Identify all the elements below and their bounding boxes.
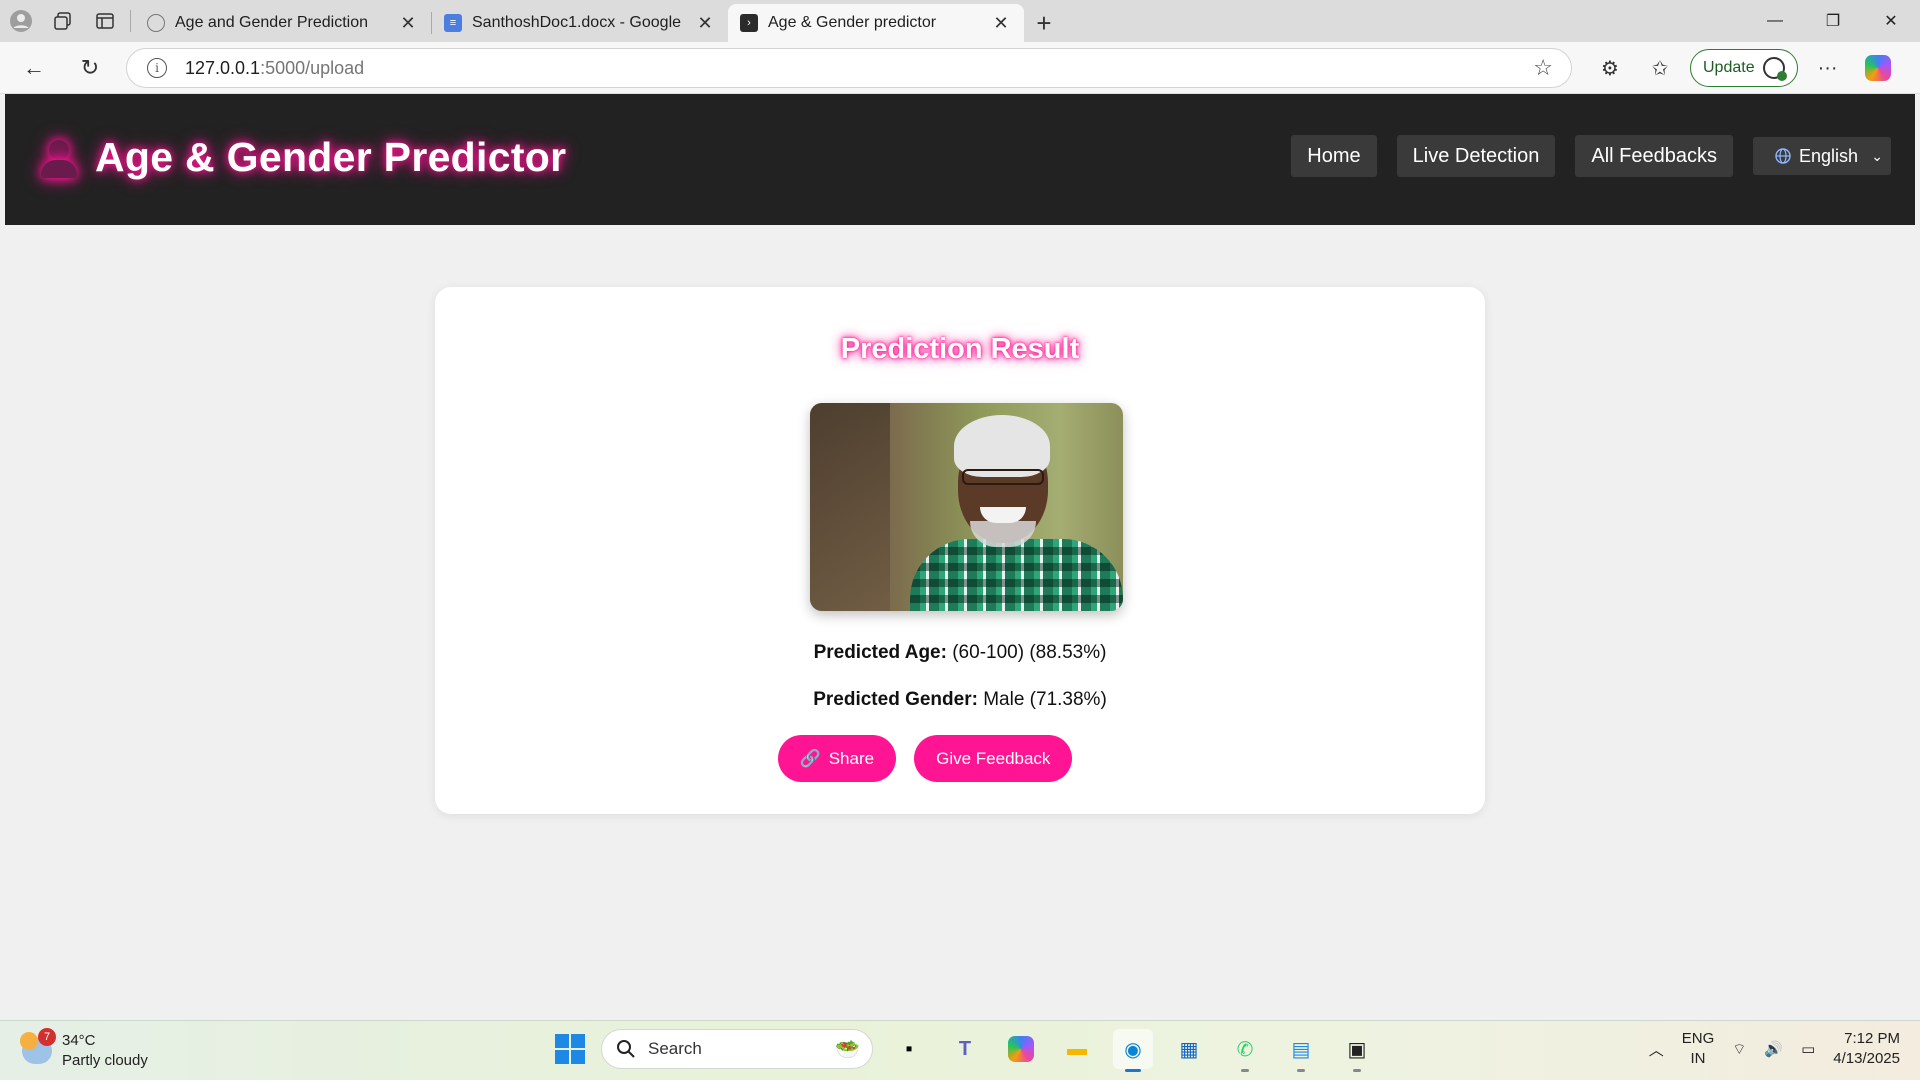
- tab-age-gender-prediction[interactable]: Age and Gender Prediction ✕: [135, 4, 431, 42]
- copilot-app-icon[interactable]: [1001, 1029, 1041, 1069]
- battery-icon[interactable]: ▭: [1801, 1040, 1815, 1058]
- user-silhouette-icon: [37, 136, 81, 180]
- teams-icon[interactable]: T: [945, 1029, 985, 1069]
- taskbar-search[interactable]: Search 🥗: [601, 1029, 873, 1069]
- whatsapp-icon[interactable]: ✆: [1225, 1029, 1265, 1072]
- site-nav: Home Live Detection All Feedbacks Englis…: [1291, 135, 1891, 177]
- chevron-up-icon[interactable]: ︿: [1649, 1039, 1664, 1060]
- web-page: Age & Gender Predictor Home Live Detecti…: [5, 94, 1915, 1018]
- system-tray: ︿ ENG IN ⌔ 🔊 ▭ 7:12 PM 4/13/2025: [1649, 1029, 1900, 1069]
- feedback-label: Give Feedback: [936, 748, 1051, 768]
- result-title: Prediction Result: [840, 333, 1080, 365]
- profile-icon[interactable]: [0, 0, 42, 42]
- predicted-gender-label: Predicted Gender:: [813, 689, 978, 710]
- weather-temperature: 34°C: [62, 1032, 96, 1049]
- update-heart-icon: [1762, 57, 1787, 81]
- copilot-icon[interactable]: [1858, 48, 1898, 88]
- restore-icon[interactable]: ❐: [1804, 0, 1862, 42]
- google-docs-icon: ≡: [444, 14, 462, 32]
- action-buttons: 🔗 Share Give Feedback: [435, 735, 1485, 782]
- task-view-icon[interactable]: ▪: [889, 1029, 929, 1069]
- weather-widget[interactable]: 7 34°C Partly cloudy: [20, 1028, 148, 1071]
- minimize-icon[interactable]: —: [1746, 0, 1804, 42]
- reload-icon[interactable]: ↻: [68, 46, 112, 90]
- nav-all-feedbacks[interactable]: All Feedbacks: [1575, 135, 1733, 177]
- new-tab-button[interactable]: +: [1024, 4, 1064, 42]
- language-value: English: [1799, 145, 1859, 166]
- predicted-gender: Predicted Gender: Male (71.38%): [435, 689, 1485, 711]
- brand[interactable]: Age & Gender Predictor: [37, 134, 566, 181]
- tab-google-doc[interactable]: ≡ SanthoshDoc1.docx - Google Doc ✕: [432, 4, 728, 42]
- windows-taskbar: 7 34°C Partly cloudy Search 🥗 ▪ T ▬ ◉ ▦ …: [0, 1020, 1920, 1080]
- partly-cloudy-icon: 7: [20, 1028, 56, 1064]
- update-label: Update: [1703, 59, 1755, 76]
- favorite-star-icon[interactable]: ☆: [1533, 55, 1553, 81]
- input-language-line1: ENG: [1681, 1030, 1715, 1047]
- globe-icon: [1775, 148, 1791, 164]
- language-select[interactable]: English ⌄: [1753, 137, 1891, 175]
- clock[interactable]: 7:12 PM 4/13/2025: [1833, 1029, 1900, 1069]
- tab-title: SanthoshDoc1.docx - Google Doc: [472, 14, 684, 31]
- url-text[interactable]: 127.0.0.1:5000/upload: [185, 58, 364, 79]
- back-arrow-icon[interactable]: ←: [12, 46, 56, 90]
- volume-icon[interactable]: 🔊: [1764, 1040, 1783, 1058]
- notepad-icon[interactable]: ▤: [1281, 1029, 1321, 1072]
- site-info-icon[interactable]: i: [147, 58, 167, 78]
- windows-start-icon[interactable]: [555, 1034, 585, 1064]
- extensions-icon[interactable]: ⚙: [1590, 48, 1630, 88]
- file-explorer-icon[interactable]: ▬: [1057, 1029, 1097, 1069]
- predicted-age-value: (60-100) (88.53%): [952, 642, 1107, 663]
- close-window-icon[interactable]: ✕: [1862, 0, 1920, 42]
- chevron-down-icon: ⌄: [1871, 147, 1883, 164]
- weather-badge: 7: [38, 1028, 56, 1046]
- vertical-tabs-icon[interactable]: [84, 0, 126, 42]
- url-path: :5000/upload: [260, 57, 365, 78]
- share-button[interactable]: 🔗 Share: [777, 735, 897, 782]
- window-controls: — ❐ ✕: [1746, 0, 1920, 42]
- uploaded-photo: [810, 403, 1123, 611]
- search-icon: [617, 1040, 635, 1058]
- terminal-app-icon[interactable]: ▣: [1337, 1029, 1377, 1072]
- tab-separator: [130, 10, 131, 32]
- input-language[interactable]: ENG IN: [1682, 1029, 1715, 1069]
- url-host: 127.0.0.1: [185, 57, 261, 78]
- search-placeholder: Search: [648, 1039, 702, 1058]
- search-highlight-icon: 🥗: [835, 1038, 860, 1061]
- clock-date: 4/13/2025: [1833, 1050, 1900, 1067]
- link-icon: 🔗: [799, 748, 821, 768]
- toolbar-right: ⚙ ✩ Update ···: [1590, 42, 1898, 94]
- site-header: Age & Gender Predictor Home Live Detecti…: [5, 94, 1915, 225]
- close-icon[interactable]: ✕: [694, 13, 716, 34]
- share-label: Share: [828, 748, 875, 768]
- give-feedback-button[interactable]: Give Feedback: [914, 735, 1073, 782]
- tab-title: Age & Gender predictor: [768, 14, 937, 31]
- site-title: Age & Gender Predictor: [95, 134, 567, 180]
- tab-age-gender-predictor[interactable]: › Age & Gender predictor ✕: [728, 4, 1024, 42]
- predicted-gender-value: Male (71.38%): [983, 689, 1107, 710]
- workspaces-icon[interactable]: [42, 0, 84, 42]
- weather-description: Partly cloudy: [62, 1052, 148, 1069]
- update-button[interactable]: Update: [1690, 49, 1798, 87]
- more-options-icon[interactable]: ···: [1808, 48, 1848, 88]
- predicted-age: Predicted Age: (60-100) (88.53%): [435, 642, 1485, 664]
- predicted-age-label: Predicted Age:: [813, 642, 947, 663]
- wifi-icon[interactable]: ⌔: [1732, 1040, 1746, 1059]
- close-icon[interactable]: ✕: [990, 13, 1012, 34]
- browser-tab-bar: Age and Gender Prediction ✕ ≡ SanthoshDo…: [0, 0, 1920, 42]
- input-language-line2: IN: [1690, 1050, 1706, 1067]
- result-card: Prediction Result Predicted Age: (60-100…: [435, 287, 1485, 814]
- nav-live-detection[interactable]: Live Detection: [1396, 135, 1556, 177]
- address-bar[interactable]: i 127.0.0.1:5000/upload ☆: [126, 48, 1572, 88]
- nav-home[interactable]: Home: [1291, 135, 1377, 177]
- clock-time: 7:12 PM: [1844, 1030, 1900, 1047]
- terminal-icon: ›: [740, 14, 758, 32]
- browser-toolbar: ← ↻ i 127.0.0.1:5000/upload ☆ ⚙ ✩ Update…: [0, 42, 1920, 94]
- globe-icon: [147, 14, 165, 32]
- favorites-icon[interactable]: ✩: [1640, 48, 1680, 88]
- taskbar-apps: Search 🥗 ▪ T ▬ ◉ ▦ ✆ ▤ ▣: [555, 1029, 1377, 1072]
- edge-browser-icon[interactable]: ◉: [1113, 1029, 1153, 1072]
- close-icon[interactable]: ✕: [397, 13, 419, 34]
- tab-title: Age and Gender Prediction: [175, 14, 369, 31]
- microsoft-store-icon[interactable]: ▦: [1169, 1029, 1209, 1069]
